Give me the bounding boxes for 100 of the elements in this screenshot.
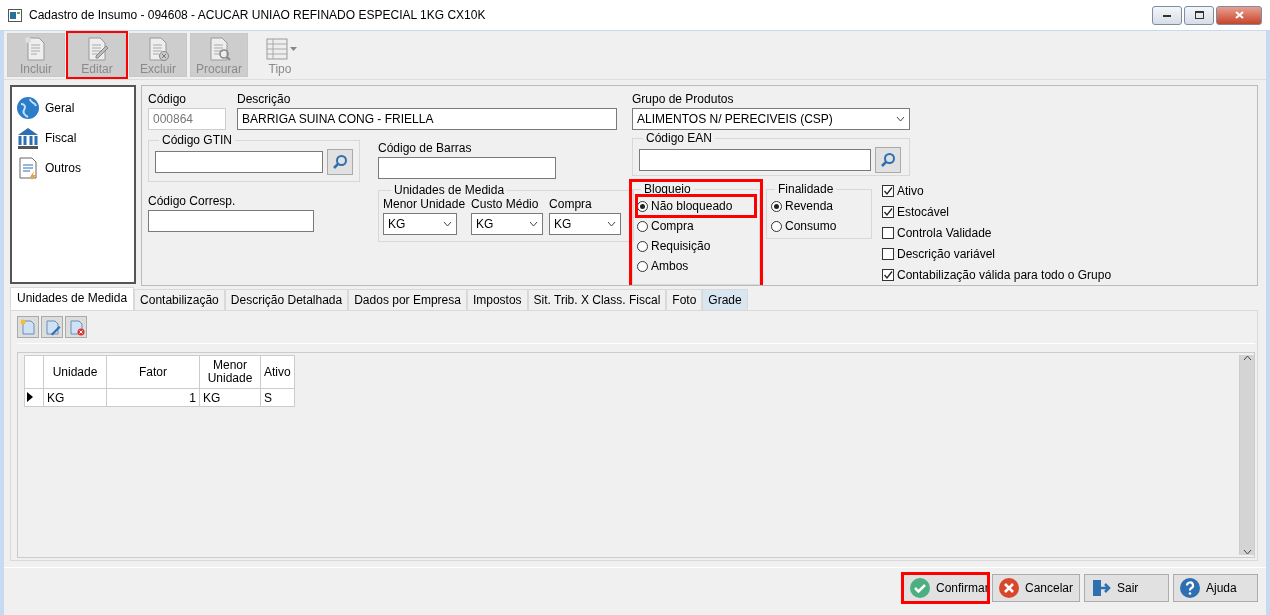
field-label: Custo Médio	[471, 197, 540, 211]
radio-label: Requisição	[651, 239, 711, 253]
tab[interactable]: Impostos	[466, 289, 528, 310]
group-title: Unidades de Medida	[393, 183, 506, 197]
sidebar-item[interactable]: Outros	[45, 161, 81, 175]
scrollbar[interactable]	[1239, 355, 1254, 555]
footer-button[interactable]: Ajuda	[1173, 574, 1258, 602]
radio-label: Revenda	[785, 199, 834, 213]
edit-document-button[interactable]	[41, 316, 63, 338]
app-icon	[8, 8, 22, 22]
unit-dropdown[interactable]: KG	[549, 213, 622, 235]
checkmark-icon	[883, 185, 893, 196]
radio-label: Compra	[651, 219, 694, 233]
search-button[interactable]	[875, 147, 901, 173]
unit-dropdown[interactable]: KG	[471, 213, 544, 235]
description-field[interactable]: BARRIGA SUINA CONG - FRIELLA	[237, 108, 617, 130]
column-header[interactable]: Ativo	[260, 355, 295, 389]
barcode-field[interactable]	[378, 157, 556, 179]
help-icon	[1180, 578, 1200, 598]
delete-document-button[interactable]	[65, 316, 87, 338]
sidebar-item[interactable]: Fiscal	[45, 131, 77, 145]
sidebar-item[interactable]: Geral	[45, 101, 75, 115]
footer-button[interactable]: Sair	[1084, 574, 1169, 602]
checkbox[interactable]	[882, 247, 894, 260]
checkbox-label: Contabilização válida para todo o Grupo	[897, 267, 1112, 282]
group-title: Finalidade	[777, 182, 835, 196]
maximize-button[interactable]	[1184, 5, 1214, 25]
table-cell: KG	[43, 388, 107, 407]
checkbox-label: Ativo	[897, 183, 924, 198]
window-title: Cadastro de Insumo - 094608 - ACUCAR UNIAO REFINADO ESPECIAL 1KG CX10K	[29, 8, 486, 22]
field-label: Menor Unidade	[383, 197, 466, 211]
gtin-field[interactable]	[155, 151, 323, 173]
close-button[interactable]	[1216, 5, 1262, 25]
checkmark-icon	[883, 269, 893, 280]
group-title: Código GTIN	[161, 133, 234, 147]
delete-document-icon	[67, 318, 85, 336]
table-cell: S	[260, 388, 295, 407]
radio-button[interactable]	[637, 200, 648, 212]
footer-button[interactable]: Confirmar	[902, 574, 988, 602]
document-icon	[16, 156, 40, 180]
checkmark-circle-icon	[909, 578, 930, 598]
field-label: Código	[148, 92, 188, 106]
minimize-icon	[1163, 12, 1171, 18]
radio-button[interactable]	[771, 220, 782, 232]
table-cell: KG	[199, 388, 261, 407]
group-title: Bloqueio	[643, 182, 692, 196]
tab[interactable]: Sit. Trib. X Class. Fiscal	[527, 289, 667, 310]
corresp-code-field[interactable]	[148, 210, 314, 232]
tab[interactable]: Dados por Empresa	[348, 289, 467, 310]
close-icon	[1234, 11, 1244, 19]
radio-button[interactable]	[637, 220, 648, 232]
checkbox[interactable]	[882, 268, 894, 281]
tab[interactable]: Descrição Detalhada	[224, 289, 349, 310]
tab[interactable]: Grade	[702, 289, 748, 310]
chevron-down-icon	[443, 221, 452, 227]
checkbox[interactable]	[882, 205, 894, 218]
search-icon	[880, 152, 896, 168]
search-button[interactable]	[327, 149, 353, 175]
column-header[interactable]: Unidade	[43, 355, 107, 389]
field-label: Código Corresp.	[148, 194, 237, 208]
checkbox-label: Descrição variável	[897, 246, 996, 261]
edit-document-icon	[43, 318, 61, 336]
tab[interactable]: Unidades de Medida	[10, 287, 135, 310]
ean-field[interactable]	[639, 149, 871, 171]
radio-button[interactable]	[637, 260, 648, 272]
checkbox-label: Estocável	[897, 204, 950, 219]
radio-label: Ambos	[651, 259, 689, 273]
bank-icon	[16, 126, 40, 150]
chevron-up-icon	[1242, 355, 1252, 361]
checkbox-label: Controla Validade	[897, 225, 992, 240]
radio-button[interactable]	[637, 240, 648, 252]
radio-label: Não bloqueado	[651, 199, 733, 213]
table-icon	[263, 36, 290, 62]
chevron-down-icon	[1242, 549, 1252, 555]
tab[interactable]: Contabilização	[134, 289, 225, 310]
footer-button[interactable]: Cancelar	[991, 574, 1080, 602]
column-header[interactable]: Fator	[106, 355, 200, 389]
checkmark-icon	[883, 206, 893, 217]
group-title: Código EAN	[645, 131, 714, 145]
search-icon	[332, 154, 348, 170]
radio-button[interactable]	[771, 200, 782, 212]
product-group-dropdown[interactable]: ALIMENTOS N/ PERECIVEIS (CSP)	[632, 108, 910, 130]
add-document-icon	[19, 318, 37, 336]
close-circle-icon	[998, 578, 1019, 598]
caret-icon	[289, 46, 297, 52]
field-label: Código de Barras	[378, 141, 473, 155]
chevron-down-icon	[529, 221, 539, 227]
maximize-icon	[1194, 11, 1204, 19]
tab[interactable]: Foto	[666, 289, 703, 310]
column-header[interactable]: Menor Unidade	[199, 355, 261, 389]
field-label: Compra	[549, 197, 593, 211]
exit-door-icon	[1091, 578, 1111, 598]
field-label: Grupo de Produtos	[632, 92, 735, 106]
checkbox[interactable]	[882, 226, 894, 239]
globe-icon	[16, 96, 40, 120]
table-cell: 1	[106, 388, 200, 407]
field-label: Descrição	[237, 92, 292, 106]
minimize-button[interactable]	[1152, 5, 1182, 25]
checkbox[interactable]	[882, 184, 894, 197]
unit-dropdown[interactable]: KG	[383, 213, 457, 235]
